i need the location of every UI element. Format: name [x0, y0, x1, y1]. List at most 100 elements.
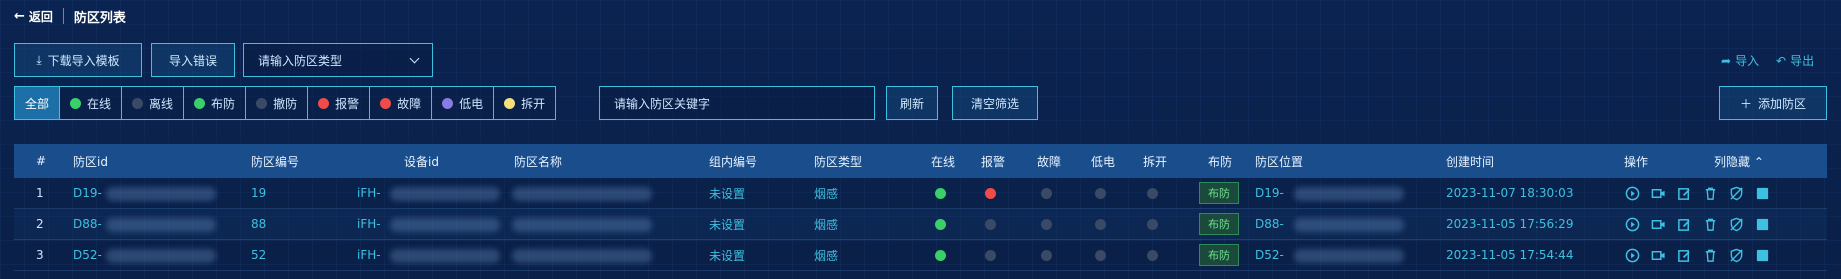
status-opened-icon — [1147, 188, 1158, 199]
cell-device-id: iFH- — [357, 217, 381, 231]
redacted-mask — [512, 187, 652, 201]
header-zone-id: 防区id — [73, 154, 108, 169]
filter-4[interactable]: 撤防 — [246, 87, 309, 119]
status-online-icon — [935, 250, 946, 261]
cell-zone-type: 烟感 — [814, 217, 839, 232]
armed-badge: 布防 — [1199, 244, 1239, 266]
header-idx: # — [36, 154, 47, 168]
import-button[interactable]: ➦ 导入 — [1721, 52, 1759, 69]
keyword-search-input[interactable]: 请输入防区关键字 — [599, 86, 875, 120]
delete-icon[interactable] — [1702, 216, 1718, 232]
header-zone-no: 防区编号 — [251, 154, 300, 169]
status-opened-icon — [1147, 250, 1158, 261]
header-fault: 故障 — [1037, 154, 1062, 169]
clear-filter-button[interactable]: 清空筛选 — [952, 86, 1038, 120]
filter-5[interactable]: 报警 — [308, 87, 371, 119]
cell-device-id: iFH- — [357, 186, 381, 200]
stop-icon[interactable] — [1754, 216, 1770, 232]
page-header: ← 返回 防区列表 — [14, 6, 126, 26]
row-idx: 2 — [36, 217, 44, 231]
cell-group-no: 未设置 — [709, 186, 746, 201]
header-zone-type: 防区类型 — [814, 154, 863, 169]
stop-icon[interactable] — [1754, 185, 1770, 201]
redacted-mask — [390, 249, 500, 263]
export-button[interactable]: ↶ 导出 — [1776, 52, 1814, 69]
video-icon[interactable] — [1650, 247, 1666, 263]
import-error-button[interactable]: 导入错误 — [151, 43, 235, 77]
play-icon[interactable] — [1624, 185, 1640, 201]
filter-0[interactable]: 全部 — [15, 87, 61, 119]
status-lowbat-icon — [1095, 250, 1106, 261]
header-group-no: 组内编号 — [709, 154, 758, 169]
shield-icon[interactable] — [1728, 247, 1744, 263]
status-alarm-icon — [985, 250, 996, 261]
redacted-mask — [1294, 187, 1404, 201]
filter-1[interactable]: 在线 — [60, 87, 123, 119]
status-dot-icon — [318, 97, 330, 109]
armed-badge: 布防 — [1199, 182, 1239, 204]
edit-icon[interactable] — [1676, 216, 1692, 232]
cell-zone-id: D52- — [73, 248, 102, 262]
delete-icon[interactable] — [1702, 247, 1718, 263]
table-row[interactable]: 1 D19- 19 iFH- 未设置 烟感 布防 D19- 2023-11-07 18:30:0… — [14, 178, 1827, 209]
refresh-button[interactable]: 刷新 — [886, 86, 938, 120]
redacted-mask — [106, 249, 216, 263]
status-fault-icon — [1041, 250, 1052, 261]
header-device-id: 设备id — [404, 154, 439, 169]
play-icon[interactable] — [1624, 247, 1640, 263]
edit-icon[interactable] — [1676, 247, 1692, 263]
cell-group-no: 未设置 — [709, 217, 746, 232]
redacted-mask — [512, 249, 652, 263]
table-row[interactable]: 2 D88- 88 iFH- 未设置 烟感 布防 D88- 2023-11-05 17:56:2… — [14, 209, 1827, 240]
row-idx: 1 — [36, 186, 44, 200]
reply-icon: ↶ — [1776, 53, 1787, 68]
status-filter-group: 全部 在线 离线 布防 撤防 报警 故障 低电 拆开 — [14, 86, 557, 120]
filter-2[interactable]: 离线 — [122, 87, 185, 119]
redacted-mask — [1294, 218, 1404, 232]
status-dot-icon — [194, 97, 206, 109]
header-location: 防区位置 — [1255, 154, 1304, 169]
status-opened-icon — [1147, 219, 1158, 230]
stop-icon[interactable] — [1754, 247, 1770, 263]
status-alarm-icon — [985, 219, 996, 230]
zone-table: # 防区id 防区编号 设备id 防区名称 组内编号 防区类型 在线 报警 故障… — [14, 144, 1827, 271]
cell-zone-no: 52 — [251, 248, 267, 262]
back-button[interactable]: ← 返回 — [14, 8, 53, 25]
video-icon[interactable] — [1650, 216, 1666, 232]
header-alarm: 报警 — [981, 154, 1006, 169]
cell-zone-id: D19- — [73, 186, 102, 200]
zone-type-select[interactable]: 请输入防区类型 — [243, 43, 433, 77]
redacted-mask — [390, 187, 500, 201]
table-header: # 防区id 防区编号 设备id 防区名称 组内编号 防区类型 在线 报警 故障… — [14, 144, 1827, 178]
status-online-icon — [935, 188, 946, 199]
edit-icon[interactable] — [1676, 185, 1692, 201]
status-lowbat-icon — [1095, 219, 1106, 230]
download-template-button[interactable]: ⤓ 下载导入模板 — [14, 43, 142, 77]
table-body: 1 D19- 19 iFH- 未设置 烟感 布防 D19- 2023-11-07 18:30:0… — [14, 178, 1827, 271]
filter-7[interactable]: 低电 — [432, 87, 495, 119]
cell-created: 2023-11-05 17:54:44 — [1446, 248, 1574, 262]
cell-location: D52- — [1255, 248, 1284, 262]
hide-columns-toggle[interactable]: 列隐藏 ⌃ — [1714, 153, 1764, 170]
video-icon[interactable] — [1650, 185, 1666, 201]
status-dot-icon — [380, 97, 392, 109]
filter-6[interactable]: 故障 — [370, 87, 433, 119]
status-alarm-icon — [985, 188, 996, 199]
cell-zone-type: 烟感 — [814, 248, 839, 263]
shield-icon[interactable] — [1728, 185, 1744, 201]
shield-icon[interactable] — [1728, 216, 1744, 232]
status-online-icon — [935, 219, 946, 230]
delete-icon[interactable] — [1702, 185, 1718, 201]
filter-3[interactable]: 布防 — [184, 87, 247, 119]
redacted-mask — [512, 218, 652, 232]
filter-8[interactable]: 拆开 — [494, 87, 556, 119]
row-actions — [1624, 216, 1770, 232]
share-icon: ➦ — [1721, 53, 1732, 68]
add-zone-button[interactable]: ＋ 添加防区 — [1719, 86, 1827, 120]
play-icon[interactable] — [1624, 216, 1640, 232]
table-row[interactable]: 3 D52- 52 iFH- 未设置 烟感 布防 D52- 2023-11-05 17:54:4… — [14, 240, 1827, 271]
cell-location: D19- — [1255, 186, 1284, 200]
header-created: 创建时间 — [1446, 154, 1495, 169]
cell-zone-no: 88 — [251, 217, 267, 231]
row-actions — [1624, 185, 1770, 201]
